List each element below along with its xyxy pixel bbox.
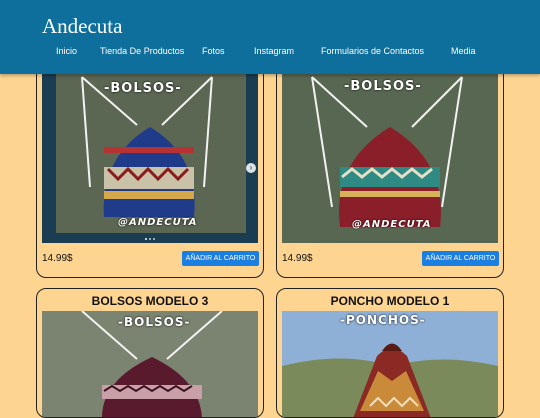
add-to-cart-button[interactable]: AÑADIR AL CARRITO — [182, 251, 259, 266]
poncho-illustration — [282, 311, 498, 417]
chevron-right-icon[interactable]: › — [246, 163, 256, 173]
product-image[interactable]: -PONCHOS- — [282, 311, 498, 417]
product-title: PONCHO MODELO 1 — [330, 294, 450, 308]
nav-formularios[interactable]: Formularios de Contactos — [321, 46, 424, 56]
product-image[interactable]: -BOLSOS- — [42, 311, 258, 417]
watermark-text: @ANDECUTA — [352, 219, 432, 230]
product-card: -BOLSOS- @ANDECUTA 14.99$ AÑADIR AL CARR… — [276, 56, 504, 278]
add-to-cart-button[interactable]: AÑADIR AL CARRITO — [422, 251, 499, 266]
banner-text: -BOLSOS- — [344, 79, 422, 94]
nav-instagram[interactable]: Instagram — [254, 46, 294, 56]
product-image[interactable]: -BOLSOS- @ANDECUTA › — [42, 67, 258, 243]
nav-media[interactable]: Media — [451, 46, 476, 56]
banner-text: -BOLSOS- — [118, 315, 191, 329]
banner-text: -BOLSOS- — [104, 81, 182, 96]
product-price: 14.99$ — [42, 253, 73, 264]
nav-inicio[interactable]: Inicio — [56, 46, 77, 56]
banner-text: -PONCHOS- — [340, 313, 426, 327]
product-price: 14.99$ — [282, 253, 313, 264]
main-nav: Inicio Tienda De Productos Fotos Instagr… — [0, 46, 540, 60]
watermark-text: @ANDECUTA — [118, 217, 198, 228]
product-image[interactable]: -BOLSOS- @ANDECUTA — [282, 67, 498, 243]
nav-tienda[interactable]: Tienda De Productos — [100, 46, 184, 56]
product-card: -BOLSOS- @ANDECUTA › 14.99$ AÑADIR AL CA… — [36, 56, 264, 278]
site-header: Andecuta Inicio Tienda De Productos Foto… — [0, 0, 540, 74]
product-card: BOLSOS MODELO 3 -BOLSOS- — [36, 288, 264, 418]
product-title: BOLSOS MODELO 3 — [91, 294, 209, 308]
nav-fotos[interactable]: Fotos — [202, 46, 225, 56]
product-card: PONCHO MODELO 1 -PONCHOS- — [276, 288, 504, 418]
site-title[interactable]: Andecuta — [42, 14, 122, 39]
